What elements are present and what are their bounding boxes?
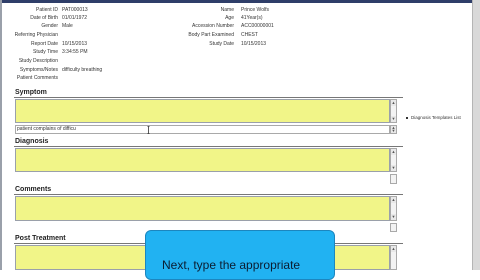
gender-value: Male (62, 23, 73, 29)
symptom-entry-field[interactable]: patient complains of difficu (15, 125, 390, 134)
diagnosis-textarea[interactable] (15, 148, 390, 172)
tutorial-callout: Next, type the appropriate (145, 230, 335, 280)
study-description-label: Study Description (18, 58, 58, 64)
scroll-up-icon[interactable]: ▲ (391, 100, 396, 106)
accession-number-value: ACC00000001 (241, 23, 274, 29)
symptom-divider (14, 97, 403, 98)
scroll-down-icon[interactable]: ▼ (391, 165, 396, 171)
symptom-section-title: Symptom (15, 89, 47, 96)
body-part-label: Body Part Examined (188, 32, 234, 38)
patient-comments-label: Patient Comments (16, 75, 58, 81)
diagnosis-templates-link[interactable]: Diagnosis Templates List (406, 115, 461, 120)
post-treatment-scrollbar[interactable]: ▲ (390, 245, 397, 270)
patient-id-label: Patient ID (36, 7, 58, 13)
window-left-border (0, 0, 2, 270)
scroll-down-icon[interactable]: ▼ (391, 129, 396, 133)
study-date-label: Study Date (209, 41, 234, 47)
report-date-value: 10/15/2013 (62, 41, 88, 47)
scroll-up-icon[interactable]: ▲ (391, 197, 396, 203)
symptom-textarea[interactable] (15, 99, 390, 123)
symptoms-notes-label: Symptoms/Notes (19, 67, 58, 73)
comments-extra-scrollbar[interactable] (390, 223, 397, 232)
symptom-entry-scrollbar[interactable]: ▲ ▼ (390, 125, 397, 134)
comments-section-title: Comments (15, 186, 52, 193)
study-date-value: 10/15/2013 (241, 41, 267, 47)
text-cursor-icon (147, 126, 150, 134)
diagnosis-section-title: Diagnosis (15, 138, 49, 145)
patient-id-value: PAT000013 (62, 7, 88, 13)
age-value: 41Year(s) (241, 15, 263, 21)
symptom-scrollbar[interactable]: ▲ ▼ (390, 99, 397, 123)
comments-textarea[interactable] (15, 196, 390, 221)
post-treatment-section-title: Post Treatment (15, 235, 66, 242)
report-date-label: Report Date (31, 41, 58, 47)
window-title-bar (0, 0, 480, 3)
comments-scrollbar[interactable]: ▲ ▼ (390, 196, 397, 221)
study-time-label: Study Time (32, 49, 58, 55)
dob-value: 01/01/1972 (62, 15, 88, 21)
gender-label: Gender (41, 23, 58, 29)
study-time-value: 3:34:55 PM (62, 49, 88, 55)
scroll-down-icon[interactable]: ▼ (391, 116, 396, 122)
body-part-value: CHEST (241, 32, 258, 38)
bullet-icon (406, 116, 408, 119)
age-label: Age (225, 15, 234, 21)
symptoms-notes-value: difficulty breathing (62, 67, 103, 73)
scroll-up-icon[interactable]: ▲ (391, 149, 396, 155)
scroll-up-icon[interactable]: ▲ (391, 246, 396, 252)
accession-number-label: Accession Number (192, 23, 234, 29)
dob-label: Date of Birth (30, 15, 58, 21)
diagnosis-divider (14, 146, 403, 147)
name-value: Prince Wolfs (241, 7, 269, 13)
diagnosis-extra-scrollbar[interactable] (390, 174, 397, 184)
page-scrollbar[interactable] (472, 0, 480, 270)
name-label: Name (220, 7, 234, 13)
comments-divider (14, 194, 403, 195)
scroll-down-icon[interactable]: ▼ (391, 214, 396, 220)
diagnosis-scrollbar[interactable]: ▲ ▼ (390, 148, 397, 172)
diagnosis-templates-label[interactable]: Diagnosis Templates List (411, 115, 461, 120)
referring-physician-label: Referring Physician (14, 32, 58, 38)
